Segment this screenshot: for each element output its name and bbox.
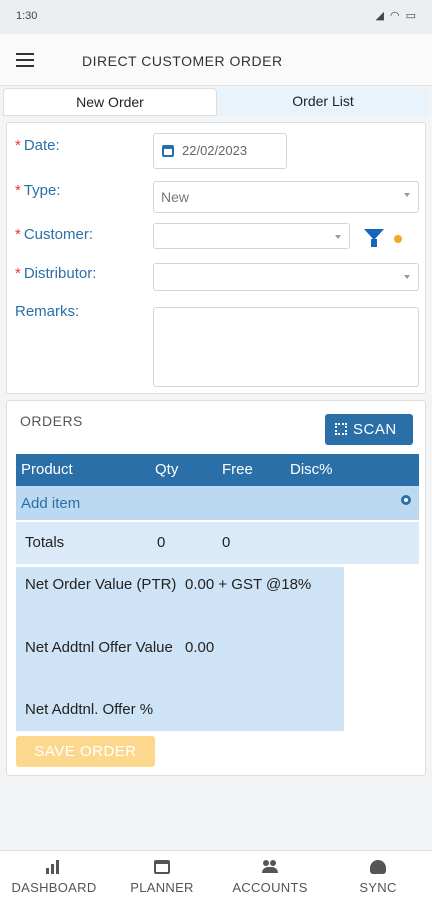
nav-sync-label: SYNC	[359, 880, 397, 895]
type-label: * Type:	[15, 182, 61, 199]
net-values-box: Net Order Value (PTR) 0.00 + GST @18% Ne…	[16, 567, 344, 731]
col-disc: Disc%	[290, 461, 333, 478]
tab-new-order[interactable]: New Order	[3, 88, 217, 116]
type-label-text: Type:	[23, 182, 61, 199]
remarks-label: Remarks:	[15, 303, 80, 320]
scan-button[interactable]: SCAN	[325, 414, 413, 445]
totals-row: Totals 0 0	[16, 522, 419, 564]
scan-button-label: SCAN	[353, 421, 397, 438]
nav-sync[interactable]: SYNC	[324, 851, 432, 900]
net-order-value-label: Net Order Value (PTR)	[25, 576, 177, 593]
chevron-down-icon	[335, 235, 341, 239]
required-marker: *	[15, 182, 21, 199]
col-qty: Qty	[155, 461, 179, 478]
net-addtnl-offer-pct-label: Net Addtnl. Offer %	[25, 701, 154, 718]
orders-section: ORDERS SCAN Product Qty Free Disc% Add i…	[6, 400, 426, 776]
nav-accounts-label: ACCOUNTS	[232, 880, 308, 895]
required-marker: *	[15, 137, 21, 154]
date-label-text: Date:	[23, 137, 60, 154]
date-label: * Date:	[15, 137, 60, 154]
col-product: Product	[21, 461, 73, 478]
status-dot	[394, 235, 402, 243]
nav-dashboard[interactable]: DASHBOARD	[0, 851, 108, 900]
net-order-value: 0.00 + GST @18%	[185, 576, 312, 593]
system-icons: ◢ ◠ ▭	[376, 9, 416, 22]
bottom-navigation: DASHBOARD PLANNER ACCOUNTS SYNC	[0, 850, 432, 900]
customer-label-text: Customer:	[23, 226, 94, 243]
add-item-row[interactable]: Add item	[16, 486, 419, 520]
people-icon	[262, 860, 278, 874]
qr-code-icon	[335, 423, 347, 435]
save-order-button[interactable]: SAVE ORDER	[16, 736, 155, 767]
calendar-icon	[162, 145, 174, 157]
orders-table-header: Product Qty Free Disc%	[16, 454, 419, 486]
remarks-textarea[interactable]	[153, 307, 419, 387]
bar-chart-icon	[46, 860, 62, 874]
customer-label: * Customer:	[15, 226, 93, 243]
status-time: 1:30	[16, 10, 38, 22]
orders-title: ORDERS	[20, 413, 83, 429]
type-select[interactable]: New	[153, 181, 419, 213]
hamburger-menu-icon[interactable]	[16, 53, 34, 67]
distributor-label-text: Distributor:	[23, 265, 97, 282]
filter-icon-stem	[371, 239, 377, 247]
tab-order-list[interactable]: Order List	[217, 88, 429, 116]
chevron-down-icon	[404, 193, 410, 197]
date-value: 22/02/2023	[182, 143, 248, 158]
chevron-down-icon	[404, 275, 410, 279]
net-addtnl-offer-value: 0.00	[185, 639, 215, 656]
app-bar: DIRECT CUSTOMER ORDER	[0, 34, 432, 86]
battery-icon: ▭	[405, 10, 416, 22]
required-marker: *	[15, 265, 21, 282]
cloud-sync-icon	[370, 860, 386, 874]
nav-planner[interactable]: PLANNER	[108, 851, 216, 900]
signal-icon: ◢	[375, 10, 384, 22]
wifi-icon: ◠	[389, 10, 400, 22]
nav-accounts[interactable]: ACCOUNTS	[216, 851, 324, 900]
order-form: * Date: 22/02/2023 * Type: New * Customer: …	[6, 122, 426, 394]
totals-label: Totals	[25, 534, 65, 551]
add-circle-icon[interactable]	[401, 495, 411, 505]
nav-dashboard-label: DASHBOARD	[11, 880, 97, 895]
distributor-select[interactable]	[153, 263, 419, 291]
add-item-label: Add item	[21, 495, 81, 512]
distributor-label: * Distributor:	[15, 265, 96, 282]
totals-free: 0	[222, 534, 231, 551]
calendar-icon	[154, 860, 170, 874]
nav-planner-label: PLANNER	[130, 880, 194, 895]
net-addtnl-offer-value-label: Net Addtnl Offer Value	[25, 639, 173, 656]
totals-qty: 0	[157, 534, 166, 551]
col-free: Free	[222, 461, 253, 478]
required-marker: *	[15, 226, 21, 243]
customer-select[interactable]	[153, 223, 350, 249]
date-field[interactable]: 22/02/2023	[153, 133, 287, 169]
type-value: New	[161, 189, 190, 205]
page-title: DIRECT CUSTOMER ORDER	[82, 53, 283, 69]
order-tabs: New Order Order List	[3, 88, 429, 116]
status-bar: 1:30 ◢ ◠ ▭	[0, 0, 432, 34]
